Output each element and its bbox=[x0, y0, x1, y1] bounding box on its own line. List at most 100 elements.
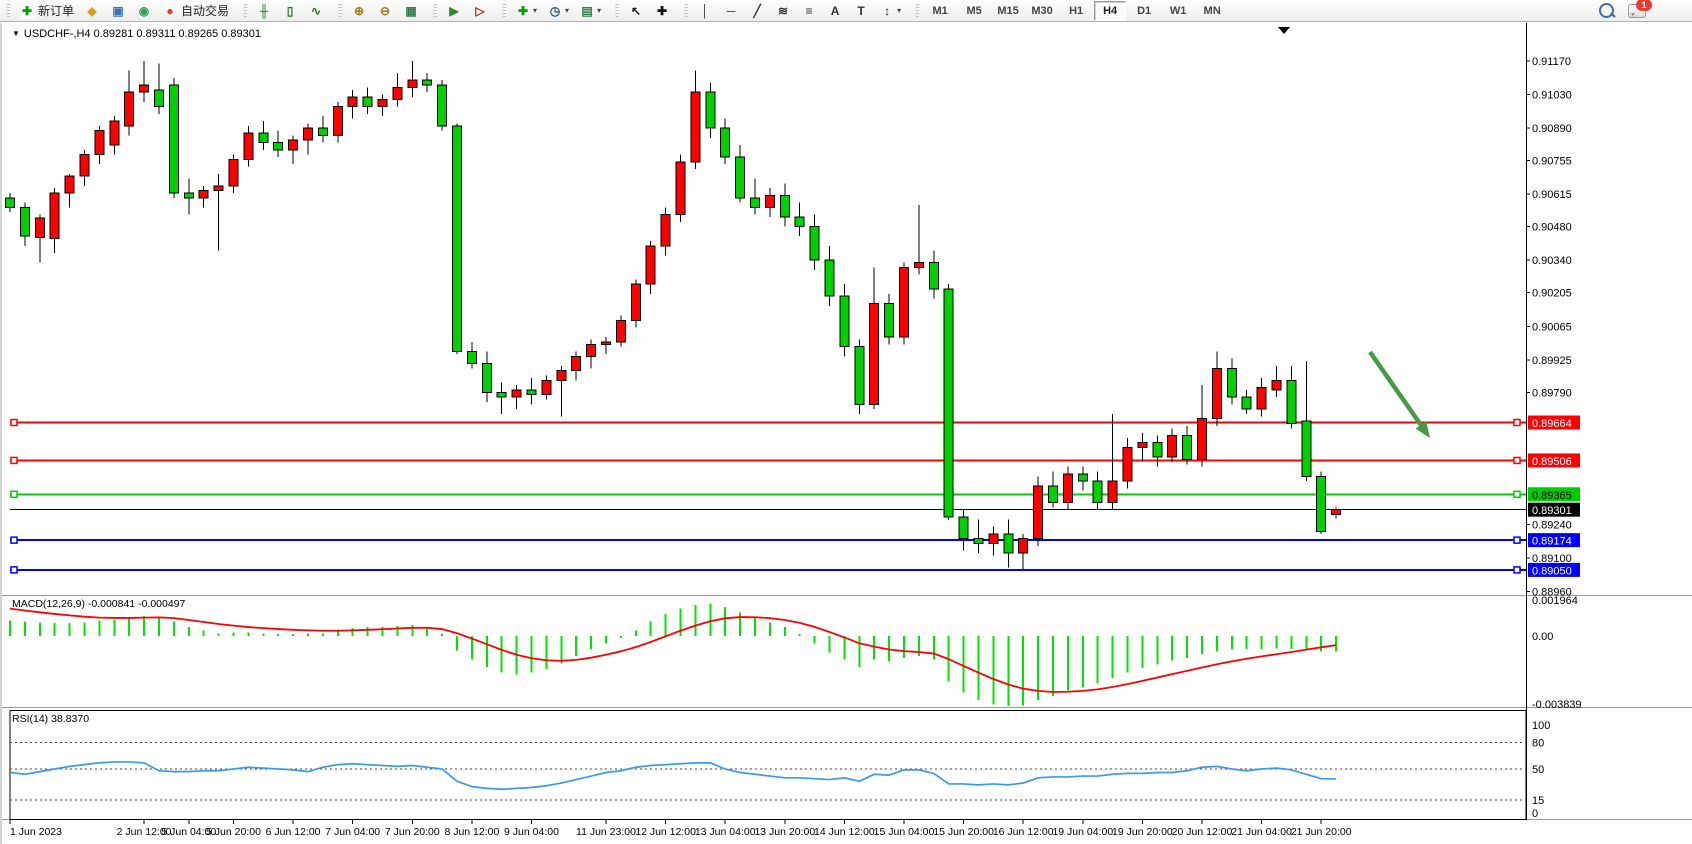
crosshair-icon: ✚ bbox=[654, 3, 670, 19]
hline-handle[interactable] bbox=[1514, 491, 1520, 497]
chevron-down-icon[interactable]: ▾ bbox=[597, 6, 601, 15]
cursor-button[interactable]: ↖ bbox=[624, 0, 648, 22]
timeframe-m30-button[interactable]: M30 bbox=[1026, 1, 1058, 21]
time-axis-label: 8 Jun 12:00 bbox=[444, 826, 499, 838]
candlestick-button[interactable]: ▯ bbox=[278, 0, 302, 22]
zoom-out-icon: ⊖ bbox=[377, 3, 393, 19]
bull-candle bbox=[348, 97, 357, 107]
indicators-button[interactable]: ✚▾ bbox=[511, 0, 541, 22]
rsi-axis-label: 15 bbox=[1532, 795, 1544, 807]
timeframe-w1-button[interactable]: W1 bbox=[1162, 1, 1194, 21]
bar-chart-button[interactable]: ╫ bbox=[252, 0, 276, 22]
crosshair-button[interactable]: ✚ bbox=[650, 0, 674, 22]
bear-candle bbox=[1004, 534, 1013, 553]
macd-signal-line bbox=[10, 609, 1336, 692]
bear-candle bbox=[929, 263, 938, 289]
new-order-button[interactable]: ✚新订单 bbox=[15, 0, 78, 22]
chevron-down-icon[interactable]: ▾ bbox=[565, 6, 569, 15]
hline-handle[interactable] bbox=[1514, 537, 1520, 543]
bear-candle bbox=[840, 296, 849, 346]
bull-candle bbox=[587, 344, 596, 356]
time-axis-label: 11 Jun 23:00 bbox=[576, 826, 636, 838]
channel-button[interactable]: ≋ bbox=[771, 0, 795, 22]
chevron-down-icon[interactable]: ▾ bbox=[897, 6, 901, 15]
tile-windows-button[interactable]: ▦ bbox=[399, 0, 423, 22]
chevron-down-icon[interactable]: ▾ bbox=[533, 6, 537, 15]
hline-handle[interactable] bbox=[1514, 567, 1520, 573]
vline-icon: │ bbox=[697, 3, 713, 19]
chart-shift-marker[interactable] bbox=[1278, 27, 1290, 34]
candlestick-icon: ▯ bbox=[282, 3, 298, 19]
timeframe-d1-button[interactable]: D1 bbox=[1128, 1, 1160, 21]
rsi-axis-label: 50 bbox=[1532, 764, 1544, 776]
vertical-line-button[interactable]: │ bbox=[693, 0, 717, 22]
auto-scroll-icon: ▶ bbox=[446, 3, 462, 19]
horizontal-line-button[interactable]: ─ bbox=[719, 0, 743, 22]
fibonacci-button[interactable]: ≡ bbox=[797, 0, 821, 22]
toolbar-group-pointer: ↖✚ bbox=[609, 0, 678, 22]
hline-handle[interactable] bbox=[11, 420, 17, 426]
down-trend-arrow[interactable] bbox=[1370, 352, 1421, 425]
timeframe-m15-button[interactable]: M15 bbox=[992, 1, 1024, 21]
chat-icon[interactable]: 1 bbox=[1628, 4, 1646, 18]
bear-candle bbox=[751, 198, 760, 208]
hline-handle[interactable] bbox=[1514, 457, 1520, 463]
arrows-button[interactable]: ↕▾ bbox=[875, 0, 905, 22]
rsi-axis-label: 0 bbox=[1532, 808, 1538, 820]
chart-shift-button[interactable]: ▷ bbox=[468, 0, 492, 22]
notification-badge: 1 bbox=[1636, 0, 1652, 11]
timeframe-h4-button[interactable]: H4 bbox=[1094, 1, 1126, 21]
trendline-button[interactable]: ╱ bbox=[745, 0, 769, 22]
autotrade-button-label: 自动交易 bbox=[181, 2, 229, 19]
bear-candle bbox=[482, 363, 491, 392]
line-chart-button[interactable]: ∿ bbox=[304, 0, 328, 22]
chevron-down-icon[interactable]: ▼ bbox=[12, 29, 20, 38]
market-watch-button[interactable]: ◆ bbox=[80, 0, 104, 22]
bear-candle bbox=[1049, 486, 1058, 503]
price-tick-label: 0.90615 bbox=[1532, 189, 1572, 201]
text-button[interactable]: A bbox=[823, 0, 847, 22]
toolbar-right: 1 bbox=[1599, 3, 1646, 18]
hline-handle[interactable] bbox=[11, 457, 17, 463]
bear-candle bbox=[1183, 435, 1192, 459]
bear-candle bbox=[318, 128, 327, 135]
chart-symbol-title[interactable]: ▼USDCHF-,H4 0.89281 0.89311 0.89265 0.89… bbox=[12, 28, 261, 40]
bull-candle bbox=[1019, 539, 1028, 553]
auto-scroll-button[interactable]: ▶ bbox=[442, 0, 466, 22]
chart-window[interactable]: ▼USDCHF-,H4 0.89281 0.89311 0.89265 0.89… bbox=[0, 23, 1692, 844]
rsi-panel: 1008050150 bbox=[10, 711, 1550, 821]
rsi-axis-label: 80 bbox=[1532, 738, 1544, 750]
hline-handle[interactable] bbox=[1514, 420, 1520, 426]
time-axis-label: 15 Jun 20:00 bbox=[933, 826, 994, 838]
annotation-arrow[interactable] bbox=[1370, 352, 1430, 438]
data-window-button[interactable]: ▣ bbox=[106, 0, 130, 22]
hline-handle[interactable] bbox=[11, 491, 17, 497]
timeframe-h1-button[interactable]: H1 bbox=[1060, 1, 1092, 21]
zoom-in-button[interactable]: ⊕ bbox=[347, 0, 371, 22]
autotrade-button[interactable]: ●自动交易 bbox=[158, 0, 233, 22]
templates-button[interactable]: ▤▾ bbox=[575, 0, 605, 22]
toolbar: ✚新订单◆▣◉●自动交易╫▯∿⊕⊖▦▶▷✚▾◷▾▤▾↖✚│─╱≋≡AT↕▾M1M… bbox=[0, 0, 1692, 22]
bull-candle bbox=[140, 85, 149, 92]
horizontal-lines[interactable] bbox=[10, 420, 1526, 573]
timeframe-m1-button[interactable]: M1 bbox=[924, 1, 956, 21]
bear-candle bbox=[795, 217, 804, 227]
search-icon[interactable] bbox=[1599, 3, 1614, 18]
time-axis[interactable]: 1 Jun 20232 Jun 12:005 Jun 04:005 Jun 20… bbox=[10, 820, 1352, 838]
chart-canvas[interactable]: 0.911700.910300.908900.907550.906150.904… bbox=[2, 23, 1692, 844]
bear-candle bbox=[467, 351, 476, 363]
zoom-out-button[interactable]: ⊖ bbox=[373, 0, 397, 22]
periods-button[interactable]: ◷▾ bbox=[543, 0, 573, 22]
zoom-in-icon: ⊕ bbox=[351, 3, 367, 19]
timeframe-mn-button[interactable]: MN bbox=[1196, 1, 1228, 21]
label-button[interactable]: T bbox=[849, 0, 873, 22]
timeframe-m5-button[interactable]: M5 bbox=[958, 1, 990, 21]
bull-candle bbox=[602, 342, 611, 344]
hline-handle[interactable] bbox=[11, 567, 17, 573]
bull-candle bbox=[989, 534, 998, 544]
bull-candle bbox=[1063, 474, 1072, 503]
macd-axis-label: 0.00 bbox=[1532, 631, 1553, 643]
signal-button[interactable]: ◉ bbox=[132, 0, 156, 22]
bull-candle bbox=[1198, 419, 1207, 460]
hline-handle[interactable] bbox=[11, 537, 17, 543]
